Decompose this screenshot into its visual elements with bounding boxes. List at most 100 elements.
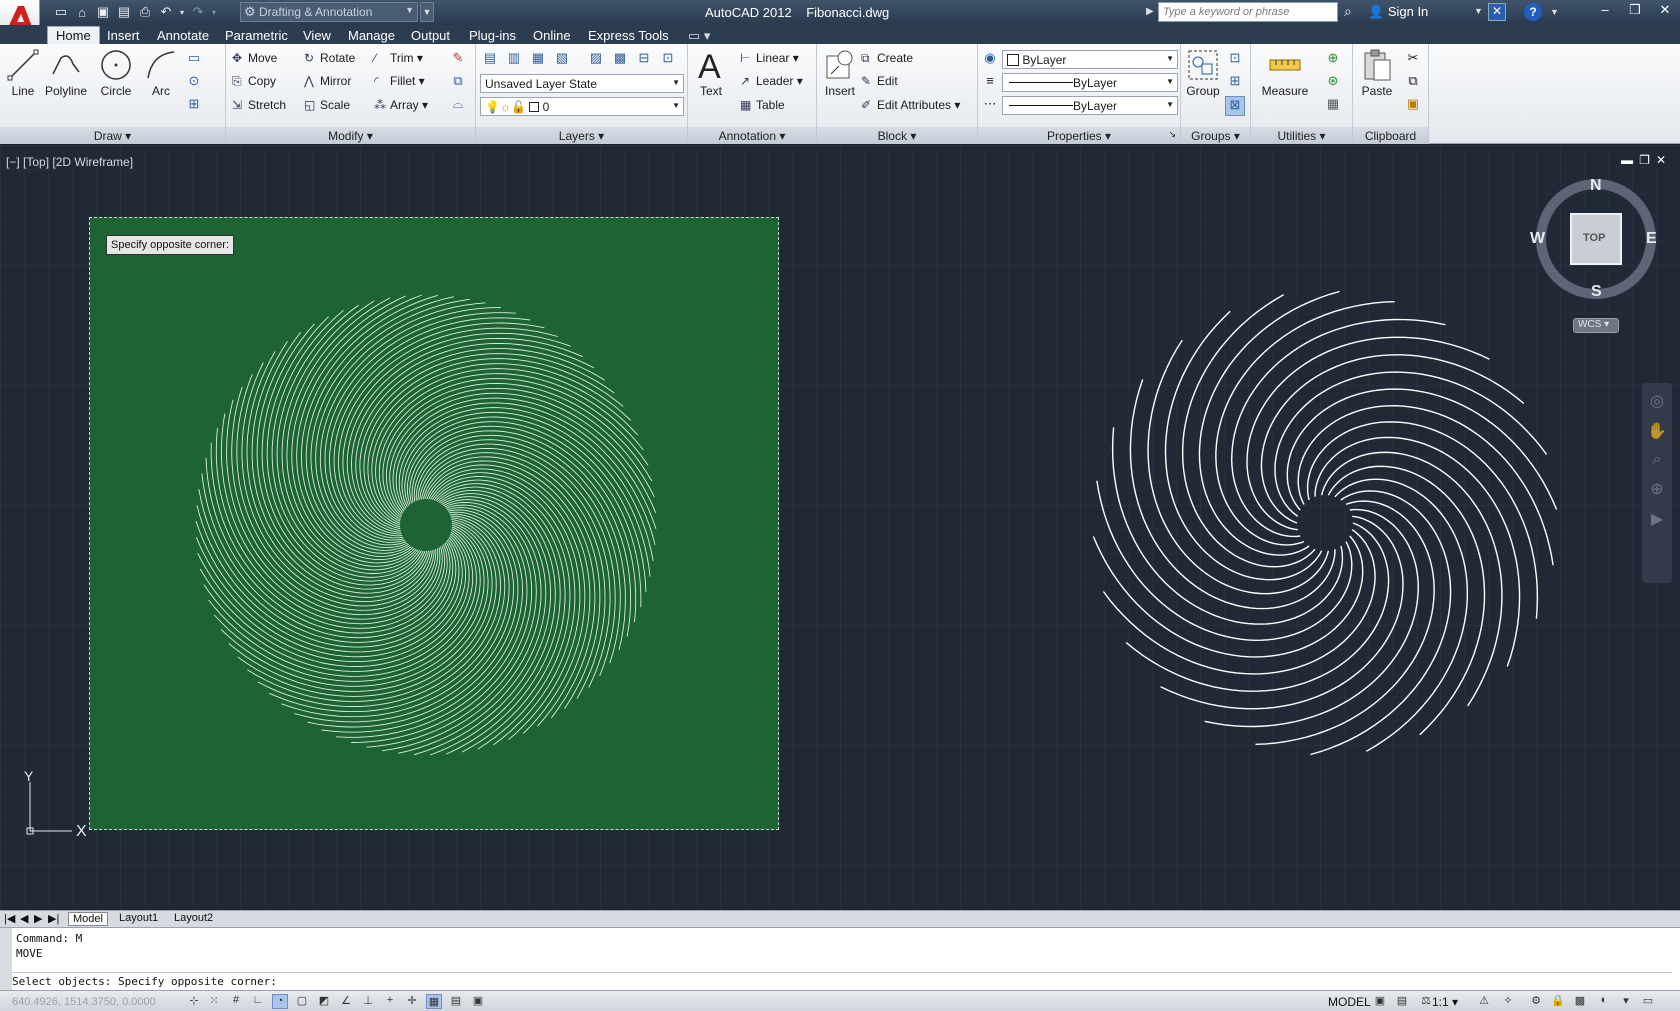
command-line-grip[interactable] bbox=[0, 928, 12, 991]
match-properties-icon[interactable]: ▣ bbox=[1403, 96, 1423, 116]
paste-button[interactable]: Paste bbox=[1357, 48, 1397, 98]
erase-icon[interactable]: ✎ bbox=[448, 50, 468, 70]
save-as-icon[interactable]: ▤ bbox=[115, 3, 133, 21]
linetype-combo[interactable]: ByLayer ▼ bbox=[1002, 96, 1178, 115]
coordinates-display[interactable]: 640.4926, 1514.3750, 0.0000 bbox=[12, 996, 156, 1008]
layer-freeze-icon[interactable]: ▧ bbox=[552, 50, 572, 70]
lineweight-toggle-icon[interactable]: ✛ bbox=[404, 994, 420, 1009]
fibonacci-spiral-selected[interactable] bbox=[195, 294, 657, 756]
tab-online[interactable]: Online bbox=[533, 26, 571, 44]
viewcube-top-face[interactable]: TOP bbox=[1583, 232, 1605, 244]
navigation-bar[interactable]: ◎ ✋ ⌕ ⊕ ▶ bbox=[1642, 383, 1672, 583]
search-input[interactable]: Type a keyword or phrase bbox=[1158, 2, 1338, 22]
layer-combo[interactable]: 💡☼🔓 0 ▼ bbox=[480, 97, 684, 116]
cut-icon[interactable]: ✂ bbox=[1403, 50, 1423, 70]
redo-icon[interactable]: ↷ bbox=[189, 3, 207, 21]
measure-button[interactable]: Measure bbox=[1257, 48, 1313, 98]
status-bar-menu-icon[interactable]: ▾ bbox=[1618, 994, 1634, 1009]
qat-customize-button[interactable]: ▼ bbox=[420, 2, 434, 22]
command-line[interactable]: Command: M MOVE Select objects: Specify … bbox=[0, 927, 1680, 991]
compass-south[interactable]: S bbox=[1591, 283, 1602, 301]
line-button[interactable]: Line bbox=[6, 48, 40, 98]
block-panel-footer[interactable]: Block ▾ bbox=[817, 127, 977, 144]
quick-select-icon[interactable]: ⊕ bbox=[1323, 50, 1343, 70]
workspace-switching-icon[interactable]: ⚙ bbox=[1528, 994, 1544, 1009]
quick-view-layouts-icon[interactable]: ▣ bbox=[1372, 994, 1388, 1009]
layer-properties-icon[interactable]: ▤ bbox=[480, 50, 500, 70]
rotate-button[interactable]: ↻ Rotate bbox=[304, 51, 355, 65]
zoom-icon[interactable]: ⌕ bbox=[1642, 451, 1672, 469]
tab-model[interactable]: Model bbox=[68, 912, 108, 926]
group-button[interactable]: Group bbox=[1185, 48, 1221, 98]
last-layout-icon[interactable]: ▶| bbox=[48, 912, 59, 925]
save-icon[interactable]: ▣ bbox=[94, 3, 112, 21]
new-file-icon[interactable]: ▭ bbox=[52, 3, 70, 21]
undo-dropdown-icon[interactable]: ▾ bbox=[178, 3, 186, 21]
showmotion-icon[interactable]: ▶ bbox=[1642, 509, 1672, 529]
prev-layout-icon[interactable]: ◀ bbox=[20, 912, 28, 925]
tab-layout2[interactable]: Layout2 bbox=[174, 912, 213, 924]
insert-block-button[interactable]: Insert bbox=[821, 48, 859, 98]
modify-panel-footer[interactable]: Modify ▾ bbox=[226, 127, 475, 144]
search-expand-icon[interactable]: ▶ bbox=[1146, 6, 1154, 17]
select-all-icon[interactable]: ⊛ bbox=[1323, 73, 1343, 93]
open-file-icon[interactable]: ⌂ bbox=[73, 3, 91, 21]
utilities-panel-footer[interactable]: Utilities ▾ bbox=[1251, 127, 1352, 144]
tab-express-tools[interactable]: Express Tools bbox=[588, 26, 669, 44]
model-space-toggle[interactable]: MODEL bbox=[1328, 995, 1371, 1009]
polyline-button[interactable]: Polyline bbox=[44, 48, 88, 98]
rectangle-icon[interactable]: ▭ bbox=[184, 50, 204, 70]
binoculars-icon[interactable]: ⌕ bbox=[1344, 3, 1352, 20]
exchange-icon[interactable]: ✕ bbox=[1488, 3, 1506, 21]
array-button[interactable]: ⁂ Array ▾ bbox=[374, 98, 428, 112]
properties-panel-footer[interactable]: Properties ▾ ↘ bbox=[978, 127, 1180, 144]
tab-parametric[interactable]: Parametric bbox=[225, 26, 288, 44]
spirals-layer[interactable] bbox=[0, 145, 1680, 910]
copy-button[interactable]: ⎘ Copy bbox=[232, 74, 276, 89]
linear-button[interactable]: ⊢ Linear ▾ bbox=[740, 51, 799, 65]
fibonacci-spiral[interactable] bbox=[1092, 290, 1558, 756]
lock-icon[interactable]: 🔒 bbox=[1550, 994, 1566, 1009]
draw-panel-footer[interactable]: Draw ▾ bbox=[0, 127, 225, 144]
next-layout-icon[interactable]: ▶ bbox=[34, 912, 42, 925]
tab-view[interactable]: View bbox=[303, 26, 331, 44]
copy-clip-icon[interactable]: ⧉ bbox=[1403, 73, 1423, 93]
first-layout-icon[interactable]: |◀ bbox=[4, 912, 15, 925]
lineweight-combo[interactable]: ByLayer ▼ bbox=[1002, 73, 1178, 92]
object-snap-tracking-icon[interactable]: ∠ bbox=[338, 994, 354, 1009]
orbit-icon[interactable]: ⊕ bbox=[1642, 479, 1672, 499]
dynamic-ucs-icon[interactable]: ⊥ bbox=[360, 994, 376, 1009]
viewcube[interactable]: N S E W TOP WCS ▾ bbox=[1530, 175, 1660, 345]
arc-button[interactable]: Arc bbox=[144, 48, 178, 98]
explode-icon[interactable]: ⧉ bbox=[448, 73, 468, 93]
clean-screen-icon[interactable]: ▭ bbox=[1640, 994, 1656, 1009]
circle-button[interactable]: Circle bbox=[98, 48, 134, 98]
leader-button[interactable]: ↗ Leader ▾ bbox=[740, 74, 803, 88]
layer-off-icon[interactable]: ▦ bbox=[528, 50, 548, 70]
chevron-down-icon[interactable]: ▼ bbox=[1474, 6, 1483, 16]
text-button[interactable]: A Text bbox=[694, 48, 728, 98]
compass-east[interactable]: E bbox=[1646, 230, 1657, 248]
infer-constraints-icon[interactable]: ⊹ bbox=[186, 994, 202, 1009]
ortho-mode-icon[interactable]: ∟ bbox=[250, 994, 266, 1009]
hatch-icon[interactable]: ⊙ bbox=[184, 73, 204, 93]
wcs-menu[interactable]: WCS ▾ bbox=[1573, 318, 1619, 333]
create-block-button[interactable]: ⧉ Create bbox=[861, 51, 913, 66]
sign-in-button[interactable]: 👤 Sign In bbox=[1368, 4, 1428, 20]
tab-output[interactable]: Output bbox=[411, 26, 450, 44]
transparency-icon[interactable]: ▦ bbox=[426, 994, 442, 1009]
quick-view-drawings-icon[interactable]: ▤ bbox=[1394, 994, 1410, 1009]
fillet-button[interactable]: ◜ Fillet ▾ bbox=[374, 74, 425, 88]
tab-insert[interactable]: Insert bbox=[107, 26, 140, 44]
layers-panel-footer[interactable]: Layers ▾ bbox=[476, 127, 687, 144]
ribbon-options-icon[interactable]: ▭ ▾ bbox=[688, 26, 710, 44]
table-button[interactable]: ▦ Table bbox=[740, 98, 785, 112]
polar-tracking-icon[interactable]: ◔ bbox=[272, 994, 288, 1009]
group-edit-icon[interactable]: ⊞ bbox=[1225, 73, 1245, 93]
edit-block-button[interactable]: ✎ Edit bbox=[861, 74, 898, 88]
compass-north[interactable]: N bbox=[1590, 177, 1602, 195]
dynamic-input-icon[interactable]: + bbox=[382, 994, 398, 1009]
snap-mode-icon[interactable]: ⁙ bbox=[206, 994, 222, 1009]
layer-state-combo[interactable]: Unsaved Layer State ▼ bbox=[480, 74, 684, 93]
stretch-button[interactable]: ⇲ Stretch bbox=[232, 98, 286, 112]
